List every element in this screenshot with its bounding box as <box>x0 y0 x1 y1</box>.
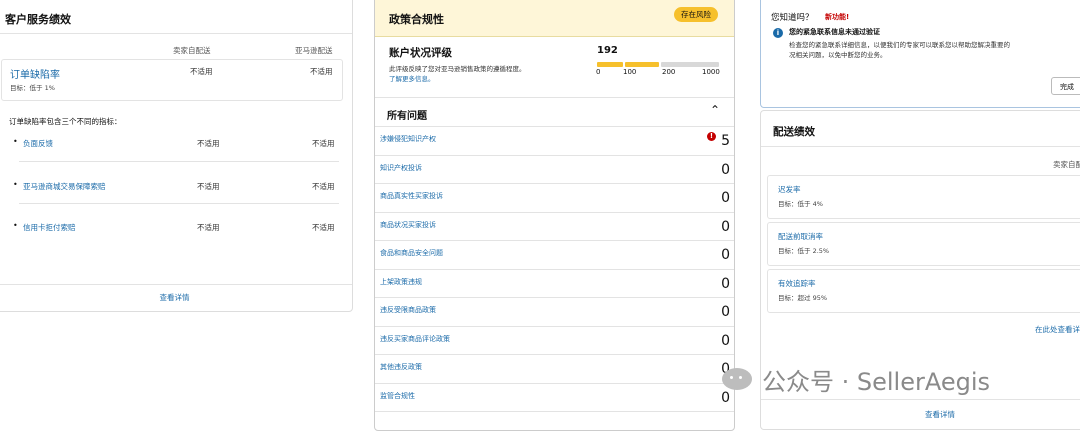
sub-value-fba: 不适用 <box>312 223 335 232</box>
chevron-up-icon[interactable]: ⌃ <box>710 103 720 117</box>
issues-header[interactable]: 所有问题 ⌃ <box>375 97 734 127</box>
issue-row: 监管合规性 0 <box>375 384 734 412</box>
issue-count: 0 <box>721 190 730 206</box>
issue-row: 违反买家商品评论政策 0 <box>375 327 734 355</box>
sub-value-fba: 不适用 <box>312 182 335 191</box>
did-you-know-card: 您知道吗？ 新功能! i 您的紧急联系信息未通过验证 检查您的紧急联系详细信息，… <box>760 0 1080 108</box>
issue-count: 0 <box>721 218 730 235</box>
alert-body-line1: 检查您的紧急联系详细信息，以便我们的专家可以联系您以帮助您解决重要的 <box>789 41 1010 49</box>
new-badge: 新功能! <box>825 13 850 21</box>
sub-metric-link[interactable]: 亚马逊商城交易保障索赔 <box>23 181 106 192</box>
ahr-desc: 此评级反映了您对亚马逊销售政策的遵循程度。 <box>389 65 526 73</box>
issue-count: 5 <box>721 133 730 149</box>
policy-title: 政策合规性 <box>389 13 444 26</box>
divider <box>19 161 339 162</box>
dyk-title: 您知道吗？ <box>771 13 814 23</box>
odr-intro: 订单缺陷率包含三个不同的指标： <box>9 117 122 126</box>
tick-0: 0 <box>596 68 601 76</box>
status-badge: 存在风险 <box>674 7 718 22</box>
account-health-rating: 账户状况评级 此评级反映了您对亚马逊销售政策的遵循程度。 了解更多信息。 192… <box>375 37 734 92</box>
col-merchant-fulfilled: 卖家自配送 <box>173 46 211 55</box>
metric-row: 有效追踪率目标：超过 95%不 <box>767 269 1080 313</box>
tick-200: 200 <box>662 68 676 76</box>
col-fba: 亚马逊配送 <box>295 46 333 55</box>
issue-link[interactable]: 违反受限商品政策 <box>380 305 436 315</box>
issue-link[interactable]: 其他违反政策 <box>380 362 422 372</box>
issue-link[interactable]: 商品真实性买家投诉 <box>380 191 443 201</box>
ahr-title: 账户状况评级 <box>389 47 452 59</box>
metric-link[interactable]: 迟发率 <box>778 184 801 195</box>
done-button[interactable]: 完成 <box>1051 77 1080 95</box>
policy-compliance-card: 政策合规性 存在风险 账户状况评级 此评级反映了您对亚马逊销售政策的遵循程度。 … <box>374 0 735 431</box>
sub-value-fba: 不适用 <box>312 139 335 148</box>
view-details-link[interactable]: 查看详情 <box>925 409 955 420</box>
metric-target: 目标：超过 95% <box>778 294 828 302</box>
customer-service-title: 客户服务绩效 <box>0 0 352 34</box>
issue-row: 上架政策违规 0 <box>375 270 734 298</box>
view-here-link[interactable]: 在此处查看详 <box>1035 324 1080 335</box>
customer-service-card: 客户服务绩效 卖家自配送 亚马逊配送 订单缺陷率 目标：低于 1% 不适用 不适… <box>0 0 353 312</box>
learn-more-link[interactable]: 了解更多信息。 <box>389 73 435 83</box>
wechat-icon <box>722 368 752 390</box>
issue-link[interactable]: 违反买家商品评论政策 <box>380 334 450 344</box>
shipping-title: 配送绩效 <box>761 111 1080 147</box>
issue-row: 知识产权投诉 0 <box>375 156 734 184</box>
alert-body-line2: 况相关问题，以免中断您的业务。 <box>789 51 887 59</box>
watermark: 公众号 · SellerAegis <box>722 364 991 396</box>
sub-value-mfn: 不适用 <box>197 139 220 148</box>
list-item: • 负面反馈 不适用 不适用 <box>13 137 335 149</box>
issue-row: 涉嫌侵犯知识产权 5! <box>375 127 734 156</box>
issue-count: 0 <box>721 332 730 349</box>
odr-value-fba: 不适用 <box>310 67 333 76</box>
metric-target: 目标：低于 2.5% <box>778 247 830 255</box>
policy-header: 政策合规性 存在风险 <box>375 0 734 37</box>
metric-row: 迟发率目标：低于 4%不 <box>767 175 1080 219</box>
issue-link[interactable]: 上架政策违规 <box>380 277 422 287</box>
odr-row: 订单缺陷率 目标：低于 1% 不适用 不适用 <box>1 59 343 101</box>
issue-count: 0 <box>721 275 730 292</box>
issue-link[interactable]: 商品状况买家投诉 <box>380 220 436 230</box>
issue-row: 其他违反政策 0 <box>375 355 734 384</box>
issue-row: 商品真实性买家投诉 0 <box>375 184 734 213</box>
tick-1000: 1000 <box>702 68 720 76</box>
tick-100: 100 <box>623 68 637 76</box>
view-details-link[interactable]: 查看详情 <box>0 292 352 303</box>
issue-row: 商品状况买家投诉 0 <box>375 213 734 241</box>
divider <box>19 203 339 204</box>
divider <box>761 399 1080 400</box>
odr-target: 目标：低于 1% <box>10 84 55 92</box>
issue-link[interactable]: 涉嫌侵犯知识产权 <box>380 134 436 144</box>
watermark-text: 公众号 · SellerAegis <box>762 367 991 396</box>
issue-count: 0 <box>721 161 730 178</box>
issue-row: 食品和商品安全问题 0 <box>375 241 734 270</box>
ahr-score-bar <box>597 62 719 67</box>
metric-link[interactable]: 配送前取消率 <box>778 231 823 242</box>
issue-row: 违反受限商品政策 0 <box>375 298 734 327</box>
alert-icon: ! <box>707 132 716 141</box>
issue-link[interactable]: 监管合规性 <box>380 391 415 401</box>
issue-count: 0 <box>721 304 730 320</box>
ahr-score: 192 <box>597 45 618 56</box>
col-merchant-fulfilled: 卖家自配 <box>1053 160 1080 169</box>
odr-link[interactable]: 订单缺陷率 <box>10 66 60 81</box>
sub-metric-link[interactable]: 负面反馈 <box>23 138 53 149</box>
metric-target: 目标：低于 4% <box>778 200 823 208</box>
sub-value-mfn: 不适用 <box>197 223 220 232</box>
issue-link[interactable]: 知识产权投诉 <box>380 163 422 173</box>
issue-link[interactable]: 食品和商品安全问题 <box>380 248 443 258</box>
metric-link[interactable]: 有效追踪率 <box>778 278 816 289</box>
divider <box>0 284 352 285</box>
metric-row: 配送前取消率目标：低于 2.5%不 <box>767 222 1080 266</box>
issue-count: 0 <box>721 247 730 263</box>
issues-title: 所有问题 <box>387 111 427 122</box>
sub-metric-link[interactable]: 信用卡拒付索赔 <box>23 222 76 233</box>
odr-value-mfn: 不适用 <box>190 67 213 76</box>
list-item: • 信用卡拒付索赔 不适用 不适用 <box>13 221 335 233</box>
list-item: • 亚马逊商城交易保障索赔 不适用 不适用 <box>13 180 335 192</box>
info-icon: i <box>773 28 783 38</box>
sub-value-mfn: 不适用 <box>197 182 220 191</box>
alert-title: 您的紧急联系信息未通过验证 <box>789 28 880 36</box>
